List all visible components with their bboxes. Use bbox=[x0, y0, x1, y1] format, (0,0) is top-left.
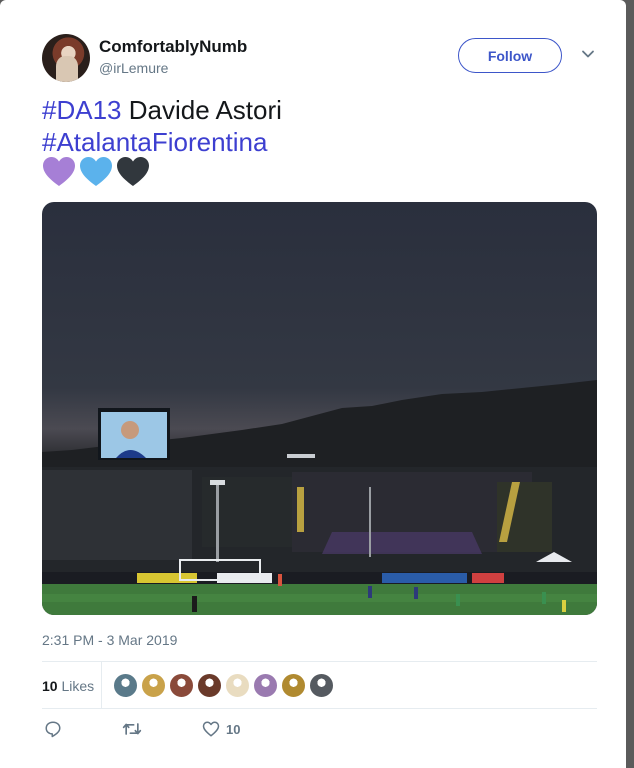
blue-heart-icon bbox=[80, 157, 112, 186]
divider bbox=[42, 708, 597, 709]
reply-button[interactable] bbox=[44, 720, 62, 738]
liker-avatar[interactable] bbox=[225, 673, 250, 698]
liker-avatars bbox=[113, 673, 334, 698]
retweet-icon bbox=[122, 723, 142, 735]
liker-avatar[interactable] bbox=[281, 673, 306, 698]
author-avatar[interactable] bbox=[42, 34, 90, 82]
tweet-header: ComfortablyNumb @irLemure Follow bbox=[42, 34, 602, 84]
tweet-card: ComfortablyNumb @irLemure Follow #DA13 D… bbox=[0, 0, 626, 768]
tweet-line-1: #DA13 Davide Astori bbox=[42, 94, 282, 126]
like-count: 10 bbox=[226, 721, 241, 737]
reply-icon bbox=[45, 721, 61, 738]
follow-button[interactable]: Follow bbox=[458, 38, 562, 73]
liker-avatar[interactable] bbox=[253, 673, 278, 698]
liker-avatar[interactable] bbox=[197, 673, 222, 698]
like-button[interactable]: 10 bbox=[202, 720, 240, 738]
author-handle[interactable]: @irLemure bbox=[99, 60, 168, 76]
vertical-divider bbox=[101, 662, 102, 708]
likes-count[interactable]: 10 Likes bbox=[42, 678, 94, 694]
purple-heart-icon bbox=[43, 157, 75, 186]
tweet-actions: 10 bbox=[42, 720, 342, 744]
tweet-text: #DA13 Davide Astori #AtalantaFiorentina bbox=[42, 94, 282, 158]
chevron-down-icon[interactable] bbox=[581, 47, 595, 61]
liker-avatar[interactable] bbox=[141, 673, 166, 698]
likes-label: Likes bbox=[61, 678, 95, 694]
stadium-photo bbox=[42, 380, 597, 615]
liker-avatar[interactable] bbox=[169, 673, 194, 698]
emoji-row bbox=[42, 156, 150, 188]
tweet-photo[interactable] bbox=[42, 202, 597, 615]
hashtag-link[interactable]: #AtalantaFiorentina bbox=[42, 127, 267, 157]
hashtag-link[interactable]: #DA13 bbox=[42, 95, 122, 125]
likes-count-number: 10 bbox=[42, 678, 58, 694]
liker-avatar[interactable] bbox=[113, 673, 138, 698]
tweet-text-segment: Davide Astori bbox=[121, 95, 282, 125]
author-display-name[interactable]: ComfortablyNumb bbox=[99, 37, 247, 57]
retweet-button[interactable] bbox=[122, 720, 142, 738]
tweet-timestamp[interactable]: 2:31 PM - 3 Mar 2019 bbox=[42, 632, 177, 648]
tweet-line-2: #AtalantaFiorentina bbox=[42, 126, 282, 158]
heart-icon bbox=[202, 721, 220, 737]
likes-row: 10 Likes bbox=[42, 662, 597, 708]
black-heart-icon bbox=[117, 157, 149, 186]
liker-avatar[interactable] bbox=[309, 673, 334, 698]
